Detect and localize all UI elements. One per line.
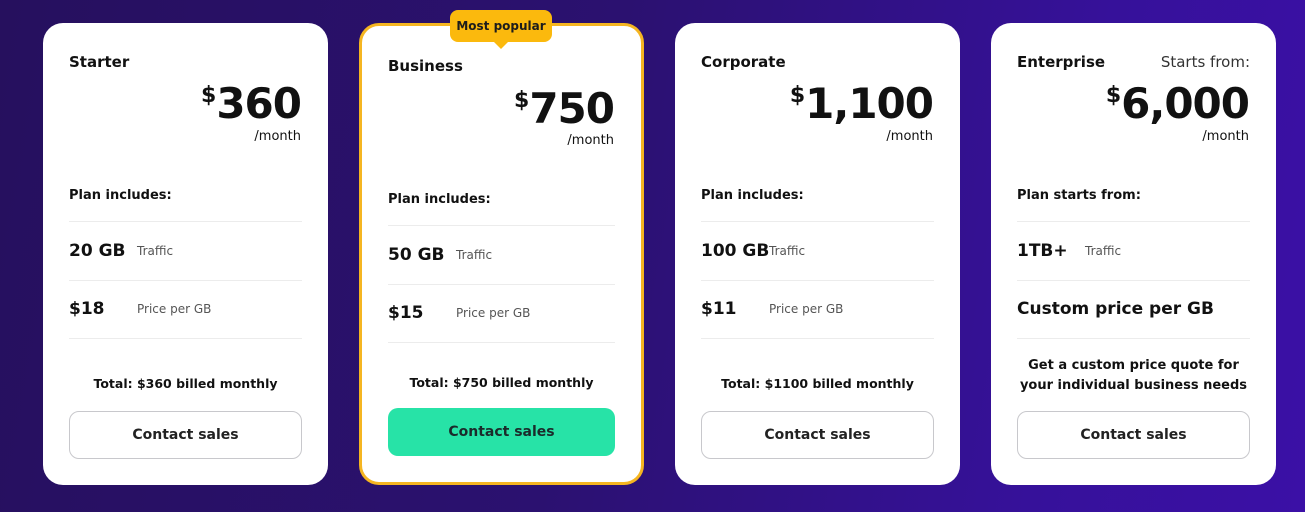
- plan-name: Corporate: [701, 53, 786, 71]
- feature-row-custom-price: Custom price per GB: [1017, 280, 1250, 338]
- traffic-value: 100 GB: [701, 241, 770, 261]
- plan-price: $360: [201, 83, 302, 125]
- price-period: /month: [886, 129, 933, 144]
- feature-row-traffic: 20 GB Traffic: [69, 222, 302, 280]
- billing-total: Total: $1100 billed monthly: [721, 376, 914, 391]
- plan-card-business: Business $750 /month Plan includes: 50 G…: [359, 23, 644, 485]
- includes-label: Plan includes:: [69, 188, 172, 203]
- custom-quote-text: Get a custom price quote for your indivi…: [1001, 356, 1266, 396]
- plan-name: Business: [388, 57, 463, 75]
- feature-row-traffic: 100 GB Traffic: [701, 222, 934, 280]
- plan-price: $750: [514, 88, 615, 130]
- plan-price: $1,100: [789, 83, 934, 125]
- divider: [388, 342, 615, 343]
- plan-card-corporate: Corporate $1,100 /month Plan includes: 1…: [675, 23, 960, 485]
- billing-total: Total: $750 billed monthly: [409, 375, 594, 390]
- feature-row-price-per-gb: $11 Price per GB: [701, 280, 934, 338]
- price-period: /month: [254, 129, 301, 144]
- traffic-label: Traffic: [1085, 244, 1122, 258]
- starts-from-label: Starts from:: [1160, 53, 1250, 71]
- feature-row-price-per-gb: $15 Price per GB: [388, 284, 615, 342]
- most-popular-badge: Most popular: [450, 10, 552, 49]
- traffic-value: 1TB+: [1017, 241, 1068, 261]
- feature-row-traffic: 50 GB Traffic: [388, 226, 615, 284]
- price-per-gb-label: Price per GB: [769, 302, 844, 316]
- price-period: /month: [567, 133, 614, 148]
- plan-price: $6,000: [1105, 83, 1250, 125]
- plan-card-starter: Starter $360 /month Plan includes: 20 GB…: [43, 23, 328, 485]
- contact-sales-button[interactable]: Contact sales: [69, 411, 302, 459]
- plan-name: Enterprise: [1017, 53, 1106, 71]
- price-amount: 750: [529, 84, 615, 133]
- feature-row-traffic: 1TB+ Traffic: [1017, 222, 1250, 280]
- price-amount: 6,000: [1121, 79, 1250, 128]
- traffic-label: Traffic: [137, 244, 174, 258]
- divider: [69, 338, 302, 339]
- includes-label: Plan includes:: [701, 188, 804, 203]
- plan-name: Starter: [69, 53, 130, 71]
- contact-sales-button[interactable]: Contact sales: [701, 411, 934, 459]
- currency-symbol: $: [201, 83, 217, 108]
- currency-symbol: $: [1105, 83, 1122, 108]
- billing-total: Total: $360 billed monthly: [93, 376, 278, 391]
- divider: [701, 338, 934, 339]
- currency-symbol: $: [514, 88, 530, 113]
- traffic-value: 50 GB: [388, 245, 445, 265]
- price-amount: 360: [216, 79, 302, 128]
- quote-line-2: your individual business needs: [1019, 378, 1248, 393]
- price-per-gb-label: Price per GB: [456, 306, 531, 320]
- price-period: /month: [1202, 129, 1249, 144]
- contact-sales-button[interactable]: Contact sales: [1017, 411, 1250, 459]
- divider: [1017, 338, 1250, 339]
- includes-label: Plan starts from:: [1017, 188, 1141, 203]
- currency-symbol: $: [789, 83, 806, 108]
- traffic-label: Traffic: [769, 244, 806, 258]
- plan-card-enterprise: Enterprise Starts from: $6,000 /month Pl…: [991, 23, 1276, 485]
- custom-price-label: Custom price per GB: [1017, 299, 1214, 319]
- traffic-label: Traffic: [456, 248, 493, 262]
- price-per-gb-value: $11: [701, 299, 737, 319]
- price-per-gb-label: Price per GB: [137, 302, 212, 316]
- traffic-value: 20 GB: [69, 241, 126, 261]
- contact-sales-button[interactable]: Contact sales: [388, 408, 615, 456]
- includes-label: Plan includes:: [388, 192, 491, 207]
- feature-row-price-per-gb: $18 Price per GB: [69, 280, 302, 338]
- price-per-gb-value: $18: [69, 299, 105, 319]
- price-per-gb-value: $15: [388, 303, 424, 323]
- quote-line-1: Get a custom price quote for: [1028, 358, 1239, 373]
- price-amount: 1,100: [805, 79, 934, 128]
